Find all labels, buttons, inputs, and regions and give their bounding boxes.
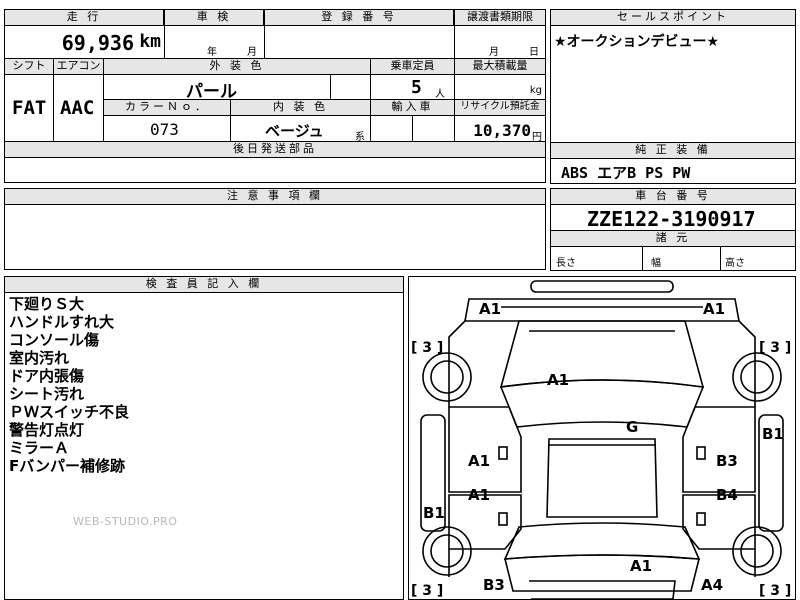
dimension-length-cell: 長さ [550,246,643,271]
interior-color-header: 内 装 色 [230,99,371,116]
inspector-notes-cell: 下廻りＳ大 ハンドルすれ大 コンソール傷 室内汚れ ドア内張傷 シート汚れ ＰＷ… [4,292,404,600]
label-right-front-door: B3 [716,452,738,470]
import-cell-left [370,115,413,142]
import-header: 輸入車 [370,99,455,116]
registration-cell [264,25,455,59]
label-right-rear-door: B4 [716,486,738,504]
inspector-header: 検 査 員 記 入 欄 [4,276,404,293]
label-left-quarter: B1 [423,504,445,522]
note-item: 室内汚れ [9,349,70,367]
car-diagram-frame: A1 A1 [ 3 ] [ 3 ] A1 G B1 A1 B3 A1 B4 B1… [408,276,796,600]
note-item: シート汚れ [9,385,85,403]
label-rear-right: A4 [701,576,724,594]
label-front-left: A1 [479,300,502,318]
color-no-cell: 073 [103,115,231,142]
interior-color-suffix: 系 [355,132,365,142]
after-parts-header: 後日発送部品 [4,141,546,158]
note-item: Fバンパー補修跡 [9,457,125,475]
chassis-no-header: 車 台 番 号 [550,188,796,205]
recycle-cell: 10,370 円 [454,115,546,142]
interior-color-value: ベージュ [265,122,324,140]
inspection-month-label: 月 [247,47,257,58]
label-left-rear-door: A1 [468,486,491,504]
note-item: 下廻りＳ大 [9,295,85,313]
car-outline-diagram [420,280,784,599]
mileage-value: 69,936 [61,31,134,55]
label-bracket-front-right: [ 3 ] [759,340,792,356]
label-hood: A1 [547,371,570,389]
width-label: 幅 [651,258,661,269]
caution-cell [4,204,546,270]
capacity-value: 5 [411,77,422,98]
shift-header: シフト [4,58,54,75]
aircon-header: エアコン [53,58,104,75]
mileage-header: 走 行 [4,9,164,26]
note-item: ミラーＡ [9,439,70,457]
color-no-header: カラーＮｏ． [103,99,231,116]
note-item: ハンドルすれ大 [9,313,115,331]
length-label: 長さ [556,258,576,269]
inspection-header: 車 検 [164,9,264,26]
registration-header: 登 録 番 号 [264,9,454,26]
equipment-header: 純 正 装 備 [550,142,796,159]
label-rear-left: B3 [483,576,505,594]
sales-point-cell: ★オークションデビュー★ [550,25,796,143]
transfer-deadline-cell: 月 日 [454,25,546,59]
note-item: 警告灯点灯 [9,421,85,439]
sales-point-header: セールスポイント [550,9,796,26]
max-load-unit: kg [529,85,542,96]
dimension-width-cell: 幅 [642,246,721,271]
chassis-no-cell: ZZE122-3190917 [550,204,796,231]
mileage-cell: 69,936 km [4,25,165,59]
exterior-color-header: 外 装 色 [103,58,371,75]
height-label: 高さ [725,258,745,269]
import-cell-right [412,115,455,142]
shift-value: FAT [12,97,47,119]
transfer-deadline-header: 譲渡書類期限 [454,9,546,26]
inspection-cell: 年 月 [164,25,265,59]
note-item: コンソール傷 [9,331,100,349]
equipment-value: ABS エアB PS PW [561,164,691,182]
equipment-cell: ABS エアB PS PW [550,158,796,184]
mileage-unit: km [139,31,161,52]
color-no-value: 073 [150,120,179,139]
recycle-header: リサイクル預託金 [454,99,546,116]
aircon-cell: AAC [53,74,104,142]
label-right-fender: B1 [762,425,784,443]
label-roof: G [626,418,639,436]
capacity-header: 乗車定員 [370,58,455,75]
label-bracket-front-left: [ 3 ] [411,340,444,356]
exterior-color-value: パール [186,82,237,100]
max-load-header: 最大積載量 [454,58,546,75]
dimension-height-cell: 高さ [720,246,796,271]
watermark: WEB-STUDIO.PRO [73,515,178,528]
chassis-no-value: ZZE122-3190917 [587,207,756,231]
recycle-value: 10,370 [473,121,531,140]
inspection-year-label: 年 [207,47,217,58]
label-trunk: A1 [630,557,653,575]
label-bracket-rear-left: [ 3 ] [411,583,444,599]
label-bracket-rear-right: [ 3 ] [759,583,792,599]
caution-header: 注 意 事 項 欄 [4,188,546,205]
label-front-right: A1 [703,300,726,318]
recycle-unit: 円 [532,132,542,142]
interior-color-cell: ベージュ 系 [230,115,371,142]
capacity-unit: 人 [435,89,445,100]
max-load-cell: kg [454,74,546,100]
exterior-color-extra-cell [330,74,371,100]
label-left-front-door: A1 [468,452,491,470]
transfer-month-label: 月 [489,47,499,58]
transfer-day-label: 日 [529,47,539,58]
shift-cell: FAT [4,74,54,142]
note-item: ＰＷスイッチ不良 [9,403,130,421]
dimensions-header: 諸 元 [550,230,796,247]
aircon-value: AAC [60,97,95,119]
inspector-notes-list: 下廻りＳ大 ハンドルすれ大 コンソール傷 室内汚れ ドア内張傷 シート汚れ ＰＷ… [9,295,129,475]
note-item: ドア内張傷 [9,367,85,385]
after-parts-cell [4,157,546,183]
exterior-color-cell: パール [103,74,331,100]
sales-point-text: ★オークションデビュー★ [554,34,720,50]
capacity-cell: 5 人 [370,74,455,100]
